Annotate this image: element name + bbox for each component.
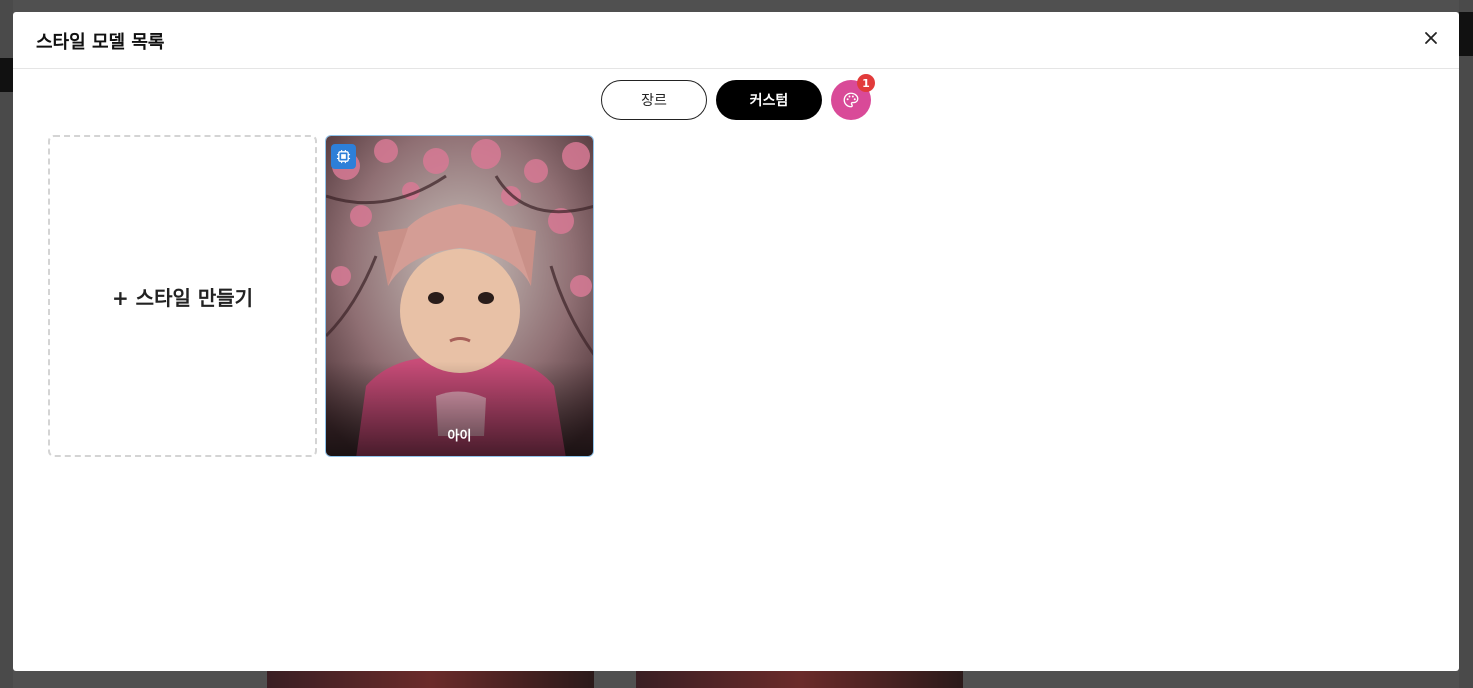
- background-image-1: [267, 671, 594, 688]
- style-card-label: 아이: [447, 429, 472, 444]
- create-style-label: + 스타일 만들기: [111, 285, 254, 310]
- notification-badge: 1: [857, 74, 875, 92]
- palette-button[interactable]: 1: [831, 74, 875, 120]
- modal-header: 스타일 모델 목록: [13, 12, 1459, 69]
- close-button[interactable]: [1423, 30, 1439, 46]
- create-style-card[interactable]: + 스타일 만들기: [48, 135, 317, 457]
- style-card-thumbnail: [326, 136, 593, 456]
- chip-icon: [331, 144, 356, 169]
- tab-bar: 장르 커스텀 1: [13, 74, 1459, 120]
- modal-title: 스타일 모델 목록: [36, 32, 165, 53]
- close-icon: [1425, 32, 1437, 44]
- background-right-edge: [1459, 0, 1473, 688]
- tab-custom[interactable]: 커스텀: [716, 80, 822, 120]
- tab-genre[interactable]: 장르: [601, 80, 707, 120]
- background-left-edge: [0, 0, 13, 688]
- background-image-2: [636, 671, 963, 688]
- style-model-modal: 스타일 모델 목록 장르 커스텀 1 + 스타일 만들기 아이: [13, 12, 1459, 671]
- palette-icon: [843, 92, 859, 108]
- style-card[interactable]: 아이: [325, 135, 594, 457]
